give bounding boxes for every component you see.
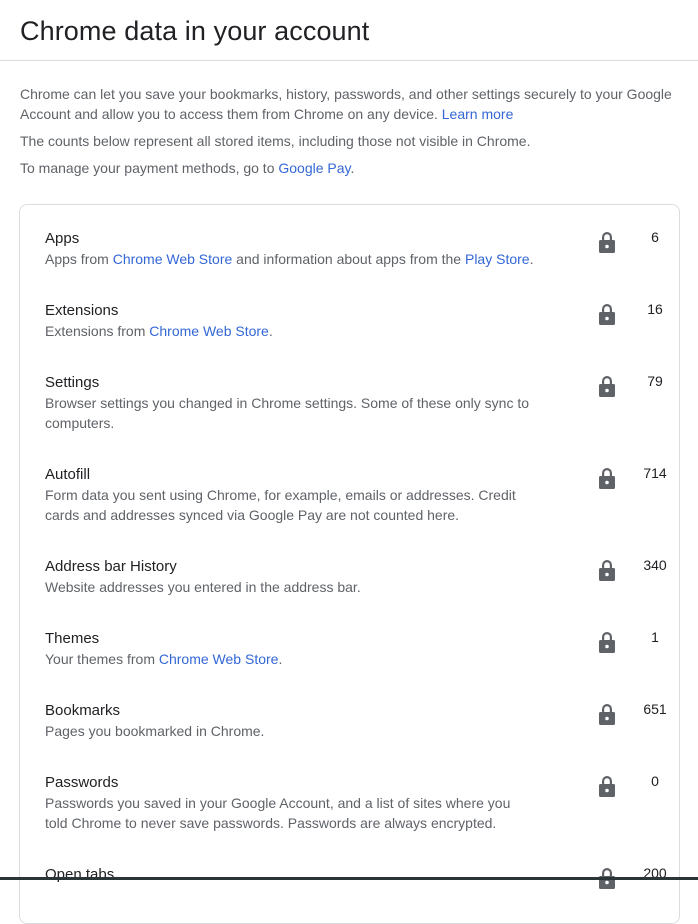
lock-icon bbox=[599, 304, 615, 325]
lock-icon bbox=[599, 468, 615, 489]
page-title: Chrome data in your account bbox=[20, 16, 370, 46]
row-description: Your themes from Chrome Web Store. bbox=[45, 649, 535, 669]
row-title: Settings bbox=[45, 374, 100, 391]
desc-text: and information about apps from the bbox=[232, 251, 465, 267]
desc-text: . bbox=[529, 251, 534, 267]
item-count: 651 bbox=[643, 701, 667, 717]
intro-section: Chrome can let you save your bookmarks, … bbox=[20, 84, 680, 185]
data-row-apps: Apps Apps from Chrome Web Store and info… bbox=[45, 229, 665, 269]
desc-text: Your themes from bbox=[45, 651, 159, 667]
desc-text: . bbox=[268, 323, 273, 339]
row-title: Extensions bbox=[45, 302, 119, 319]
row-description: Form data you sent using Chrome, for exa… bbox=[45, 487, 516, 523]
row-description: Browser settings you changed in Chrome s… bbox=[45, 395, 530, 431]
data-row-themes: Themes Your themes from Chrome Web Store… bbox=[45, 629, 665, 669]
lock-icon bbox=[599, 232, 615, 253]
row-description: Apps from Chrome Web Store and informati… bbox=[45, 249, 535, 269]
google-pay-link[interactable]: Google Pay bbox=[278, 160, 350, 176]
row-title: Themes bbox=[45, 630, 100, 647]
data-row-autofill: Autofill Form data you sent using Chrome… bbox=[45, 465, 667, 525]
intro-payment-text: To manage your payment methods, go to bbox=[20, 160, 275, 176]
row-title: Bookmarks bbox=[45, 702, 121, 719]
item-count: 340 bbox=[643, 557, 667, 573]
item-count: 714 bbox=[643, 465, 667, 481]
chrome-web-store-link[interactable]: Chrome Web Store bbox=[159, 651, 279, 667]
item-count: 79 bbox=[647, 373, 663, 389]
lock-icon bbox=[599, 632, 615, 653]
desc-text: . bbox=[278, 651, 283, 667]
desc-text: Extensions from bbox=[45, 323, 150, 339]
row-description: Extensions from Chrome Web Store. bbox=[45, 321, 535, 341]
lock-icon bbox=[599, 560, 615, 581]
row-title: Passwords bbox=[45, 774, 119, 791]
row-description: Website addresses you entered in the add… bbox=[45, 579, 361, 595]
intro-paragraph-payment: To manage your payment methods, go to Go… bbox=[20, 158, 680, 178]
intro-payment-suffix: . bbox=[350, 160, 355, 176]
lock-icon bbox=[599, 776, 615, 797]
data-row-settings: Settings Browser settings you changed in… bbox=[45, 373, 665, 433]
data-row-passwords: Passwords Passwords you saved in your Go… bbox=[45, 773, 665, 833]
data-row-extensions: Extensions Extensions from Chrome Web St… bbox=[45, 301, 665, 341]
intro-paragraph-sync: Chrome can let you save your bookmarks, … bbox=[20, 84, 680, 124]
page-header: Chrome data in your account bbox=[0, 0, 698, 61]
lock-icon bbox=[599, 704, 615, 725]
play-store-link[interactable]: Play Store bbox=[465, 251, 530, 267]
intro-paragraph-counts: The counts below represent all stored it… bbox=[20, 133, 531, 149]
row-title: Autofill bbox=[45, 466, 91, 483]
intro-sync-text: Chrome can let you save your bookmarks, … bbox=[20, 86, 672, 122]
desc-text: Apps from bbox=[45, 251, 113, 267]
row-description: Passwords you saved in your Google Accou… bbox=[45, 795, 511, 831]
row-title: Address bar History bbox=[45, 558, 177, 575]
chrome-web-store-link[interactable]: Chrome Web Store bbox=[149, 323, 269, 339]
chrome-web-store-link[interactable]: Chrome Web Store bbox=[113, 251, 233, 267]
item-count: 0 bbox=[651, 773, 659, 789]
data-types-card: Apps Apps from Chrome Web Store and info… bbox=[19, 204, 680, 924]
item-count: 6 bbox=[651, 229, 659, 245]
row-description: Pages you bookmarked in Chrome. bbox=[45, 723, 265, 739]
learn-more-link[interactable]: Learn more bbox=[442, 106, 514, 122]
data-row-address-bar-history: Address bar History Website addresses yo… bbox=[45, 557, 667, 597]
data-row-bookmarks: Bookmarks Pages you bookmarked in Chrome… bbox=[45, 701, 667, 741]
data-row-open-tabs: Open tabs 200 bbox=[45, 865, 667, 889]
row-title: Open tabs bbox=[45, 866, 115, 883]
row-title: Apps bbox=[45, 230, 80, 247]
item-count: 1 bbox=[651, 629, 659, 645]
item-count: 16 bbox=[647, 301, 663, 317]
lock-icon bbox=[599, 376, 615, 397]
item-count: 200 bbox=[643, 865, 667, 881]
